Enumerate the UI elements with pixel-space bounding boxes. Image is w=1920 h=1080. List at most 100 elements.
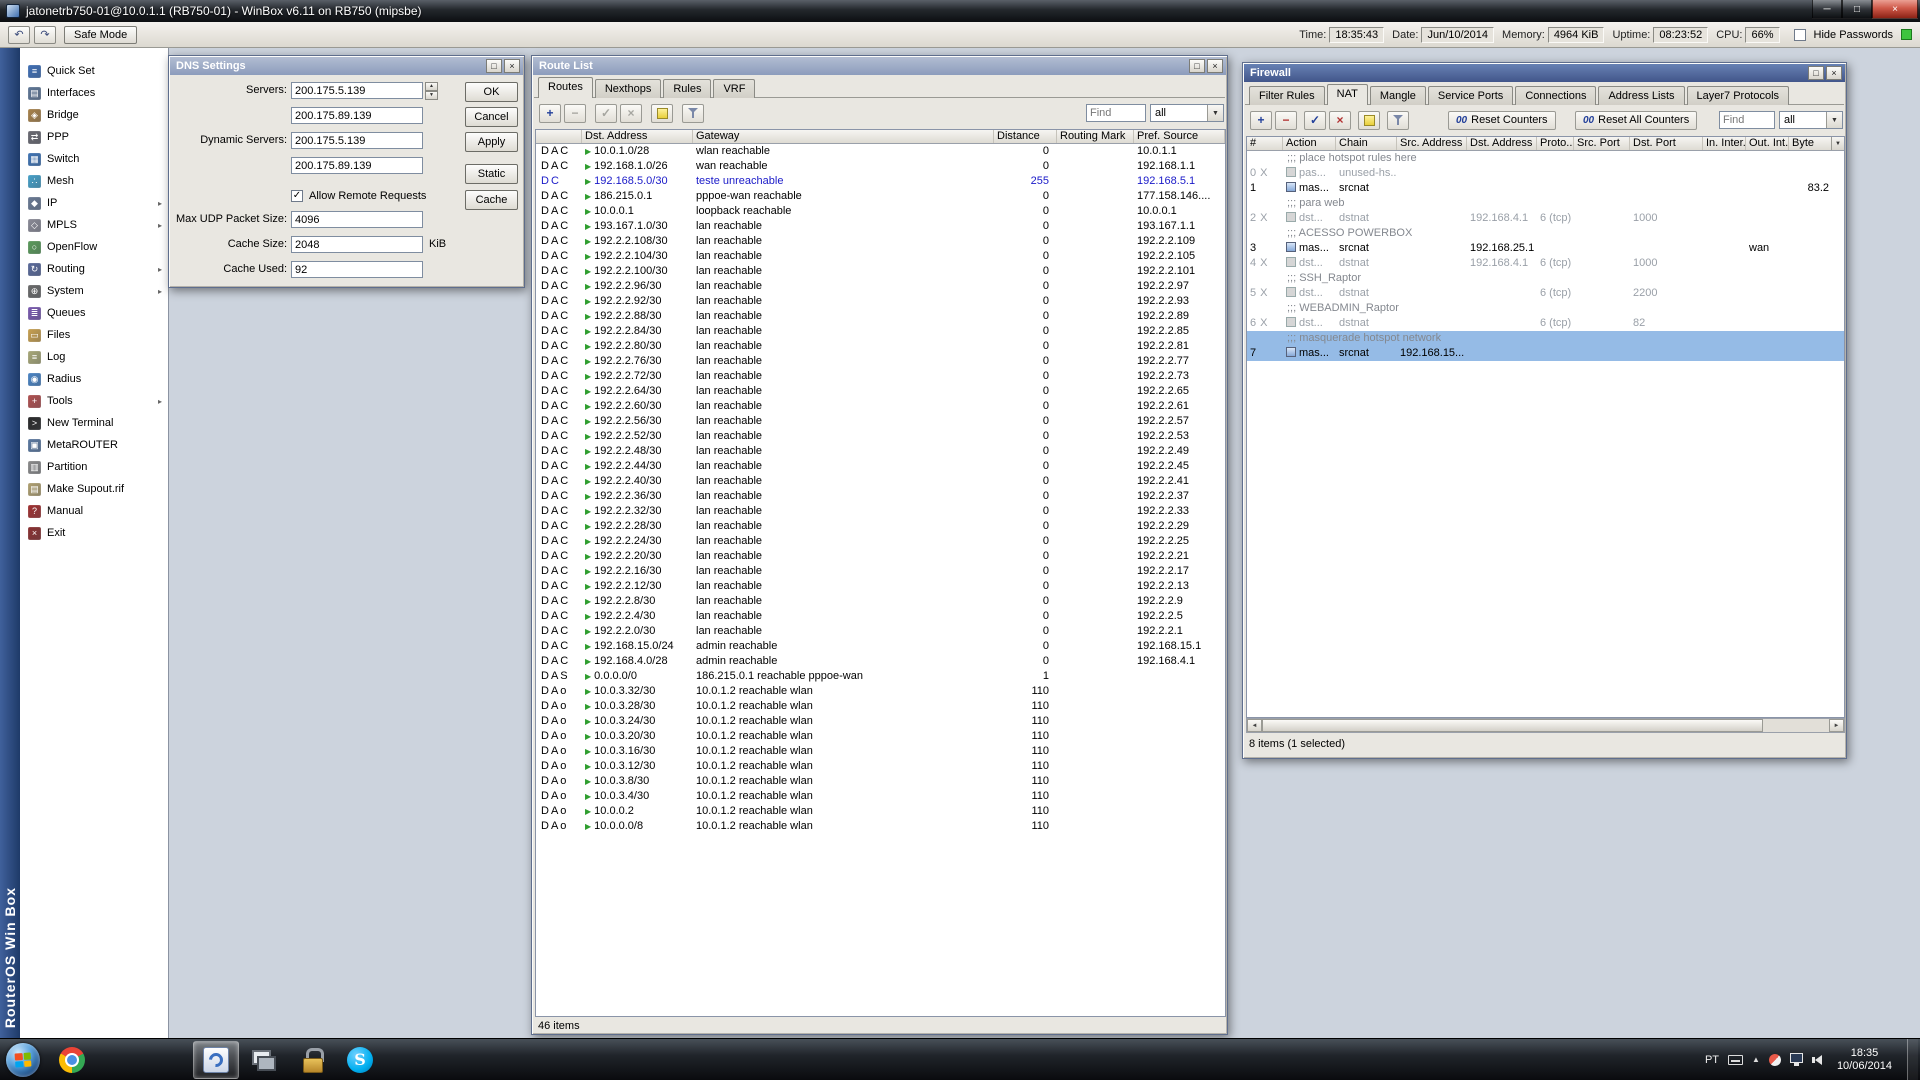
reset-all-counters-button[interactable]: 00Reset All Counters	[1575, 111, 1697, 130]
sidebar-item-mesh[interactable]: ∴Mesh	[20, 170, 168, 192]
route-list-close-icon[interactable]: ×	[1207, 59, 1223, 73]
firewall-tab-mangle[interactable]: Mangle	[1370, 86, 1426, 105]
route-row[interactable]: DAo▶10.0.3.20/3010.0.1.2 reachable wlan1…	[536, 729, 1225, 744]
route-find-input[interactable]	[1086, 104, 1146, 122]
firewall-find-input[interactable]	[1719, 111, 1775, 129]
sidebar-item-interfaces[interactable]: ▤Interfaces	[20, 82, 168, 104]
firewall-rule-row[interactable]: 2Xdst...dstnat192.168.4.16 (tcp)1000	[1247, 211, 1844, 226]
route-row[interactable]: DAC▶192.2.2.56/30lan reachable0192.2.2.5…	[536, 414, 1225, 429]
add-button[interactable]: +	[539, 104, 561, 123]
sidebar-item-new-terminal[interactable]: >New Terminal	[20, 412, 168, 434]
column-header-action[interactable]: Action	[1283, 137, 1336, 150]
apply-button[interactable]: Apply	[465, 132, 518, 152]
firewall-tab-address-lists[interactable]: Address Lists	[1598, 86, 1684, 105]
route-row[interactable]: DAC▶192.168.4.0/28admin reachable0192.16…	[536, 654, 1225, 669]
firewall-comment-row[interactable]: ;;; ACESSO POWERBOX	[1247, 226, 1844, 241]
firewall-close-icon[interactable]: ×	[1826, 66, 1842, 80]
os-titlebar[interactable]: jatonetrb750-01@10.0.1.1 (RB750-01) - Wi…	[0, 0, 1920, 22]
firewall-rule-row[interactable]: 3mas...srcnat192.168.25.1wan	[1247, 241, 1844, 256]
back-icon[interactable]: ↶	[8, 26, 30, 44]
sidebar-item-metarouter[interactable]: ▣MetaROUTER	[20, 434, 168, 456]
allow-remote-requests-checkbox[interactable]: ✓	[291, 190, 303, 202]
dns-server-1-field[interactable]	[291, 82, 423, 99]
firewall-tab-filter-rules[interactable]: Filter Rules	[1249, 86, 1325, 105]
firewall-rule-row[interactable]: 0Xpas...unused-hs...	[1247, 166, 1844, 181]
route-row[interactable]: DAC▶192.2.2.104/30lan reachable0192.2.2.…	[536, 249, 1225, 264]
route-list-tab-vrf[interactable]: VRF	[713, 79, 755, 98]
sidebar-item-partition[interactable]: ▥Partition	[20, 456, 168, 478]
route-filter-dropdown[interactable]: all ▼	[1150, 104, 1224, 122]
firewall-tab-layer7-protocols[interactable]: Layer7 Protocols	[1687, 86, 1790, 105]
cache-size-field[interactable]	[291, 236, 423, 253]
winbox-taskbar-button[interactable]	[193, 1041, 239, 1079]
enable-button[interactable]: ✓	[595, 104, 617, 123]
cache-used-field[interactable]	[291, 261, 423, 278]
dns-close-icon[interactable]: ×	[504, 59, 520, 73]
lock-taskbar-button[interactable]	[289, 1041, 335, 1079]
firewall-comment-row[interactable]: ;;; para web	[1247, 196, 1844, 211]
column-header-src-address[interactable]: Src. Address	[1397, 137, 1467, 150]
scrollbar-thumb[interactable]	[1262, 719, 1763, 732]
route-row[interactable]: DAC▶10.0.1.0/28wlan reachable010.0.1.1	[536, 144, 1225, 159]
column-header-[interactable]: #	[1247, 137, 1283, 150]
route-row[interactable]: DAo▶10.0.3.16/3010.0.1.2 reachable wlan1…	[536, 744, 1225, 759]
sidebar-item-routing[interactable]: ↻Routing▸	[20, 258, 168, 280]
firewall-rule-row[interactable]: 6Xdst...dstnat6 (tcp)82	[1247, 316, 1844, 331]
route-row[interactable]: DAC▶192.2.2.0/30lan reachable0192.2.2.1	[536, 624, 1225, 639]
remove-button[interactable]: −	[564, 104, 586, 123]
route-row[interactable]: DAC▶193.167.1.0/30lan reachable0193.167.…	[536, 219, 1225, 234]
firewall-comment-row[interactable]: ;;; SSH_Raptor	[1247, 271, 1844, 286]
comment-button[interactable]	[1358, 111, 1380, 130]
route-row[interactable]: DAo▶10.0.3.4/3010.0.1.2 reachable wlan11…	[536, 789, 1225, 804]
column-header-dst-port[interactable]: Dst. Port	[1630, 137, 1703, 150]
column-select-button[interactable]: ▼	[1831, 137, 1844, 150]
route-row[interactable]: DAC▶192.2.2.76/30lan reachable0192.2.2.7…	[536, 354, 1225, 369]
column-header-dst-address[interactable]: Dst. Address	[1467, 137, 1537, 150]
filter-button[interactable]	[1387, 111, 1409, 130]
route-row[interactable]: DAC▶192.2.2.84/30lan reachable0192.2.2.8…	[536, 324, 1225, 339]
route-row[interactable]: DAC▶192.2.2.60/30lan reachable0192.2.2.6…	[536, 399, 1225, 414]
sidebar-item-ppp[interactable]: ⇄PPP	[20, 126, 168, 148]
route-row[interactable]: DAC▶192.2.2.8/30lan reachable0192.2.2.9	[536, 594, 1225, 609]
sidebar-item-openflow[interactable]: ○OpenFlow	[20, 236, 168, 258]
route-row[interactable]: DAC▶192.168.15.0/24admin reachable0192.1…	[536, 639, 1225, 654]
route-row[interactable]: DAC▶192.2.2.108/30lan reachable0192.2.2.…	[536, 234, 1225, 249]
firewall-comment-row[interactable]: ;;; masquerade hotspot network	[1247, 331, 1844, 346]
filter-button[interactable]	[682, 104, 704, 123]
route-row[interactable]: DAC▶192.2.2.4/30lan reachable0192.2.2.5	[536, 609, 1225, 624]
route-row[interactable]: DAC▶192.2.2.20/30lan reachable0192.2.2.2…	[536, 549, 1225, 564]
firewall-comment-row[interactable]: ;;; place hotspot rules here	[1247, 151, 1844, 166]
dns-titlebar[interactable]: DNS Settings □ ×	[170, 57, 523, 75]
column-header-dst-address[interactable]: Dst. Address	[582, 130, 693, 143]
disable-button[interactable]: ×	[620, 104, 642, 123]
dynamic-server-2-field[interactable]	[291, 157, 423, 174]
route-list-tab-rules[interactable]: Rules	[663, 79, 711, 98]
column-header-src-port[interactable]: Src. Port	[1574, 137, 1630, 150]
sidebar-item-bridge[interactable]: ◈Bridge	[20, 104, 168, 126]
chrome-taskbar-button[interactable]	[49, 1041, 95, 1079]
firewall-titlebar[interactable]: Firewall □ ×	[1244, 64, 1845, 82]
column-header-flags[interactable]	[536, 130, 582, 143]
firewall-tab-connections[interactable]: Connections	[1515, 86, 1596, 105]
route-row[interactable]: DAo▶10.0.3.8/3010.0.1.2 reachable wlan11…	[536, 774, 1225, 789]
column-header-chain[interactable]: Chain	[1336, 137, 1397, 150]
sidebar-item-radius[interactable]: ◉Radius	[20, 368, 168, 390]
route-row[interactable]: DAC▶192.2.2.32/30lan reachable0192.2.2.3…	[536, 504, 1225, 519]
sidebar-item-log[interactable]: ≡Log	[20, 346, 168, 368]
scroll-right-icon[interactable]: ►	[1829, 719, 1844, 732]
volume-icon[interactable]	[1812, 1055, 1822, 1065]
column-header-routing-mark[interactable]: Routing Mark	[1057, 130, 1134, 143]
disable-button[interactable]: ×	[1329, 111, 1351, 130]
dropdown-arrow-icon[interactable]: ▼	[1207, 105, 1223, 121]
route-row[interactable]: DAo▶10.0.3.32/3010.0.1.2 reachable wlan1…	[536, 684, 1225, 699]
enable-button[interactable]: ✓	[1304, 111, 1326, 130]
reset-counters-button[interactable]: 00Reset Counters	[1448, 111, 1556, 130]
firewall-rule-row[interactable]: 7mas...srcnat192.168.15...	[1247, 346, 1844, 361]
sidebar-item-files[interactable]: ▭Files	[20, 324, 168, 346]
close-button[interactable]: ×	[1872, 0, 1918, 19]
sidebar-item-queues[interactable]: ≣Queues	[20, 302, 168, 324]
route-row[interactable]: DAC▶192.2.2.44/30lan reachable0192.2.2.4…	[536, 459, 1225, 474]
explorer-taskbar-button[interactable]	[145, 1041, 191, 1079]
route-row[interactable]: DAo▶10.0.3.12/3010.0.1.2 reachable wlan1…	[536, 759, 1225, 774]
firewall-hscrollbar[interactable]: ◄ ►	[1246, 718, 1845, 733]
